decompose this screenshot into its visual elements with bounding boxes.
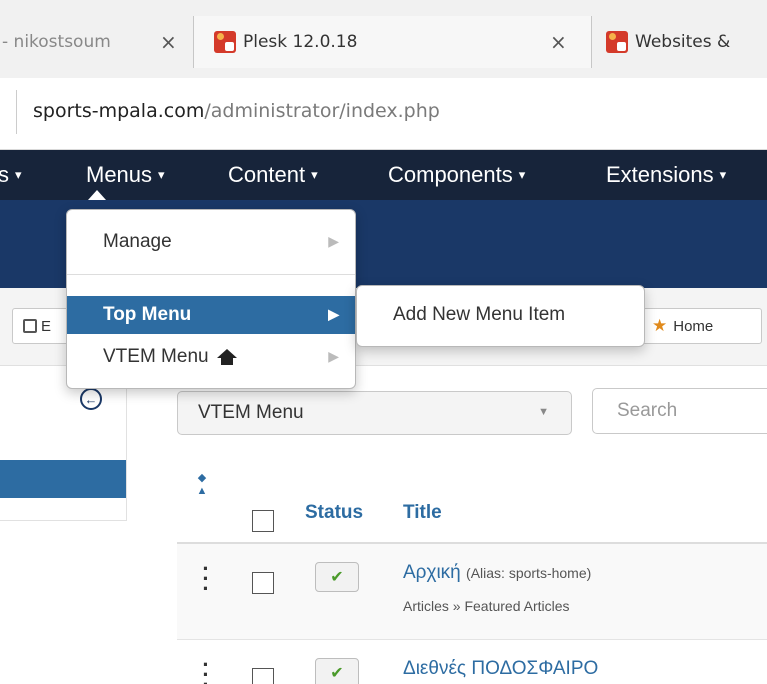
menu-item-label: Manage (103, 231, 172, 252)
column-header-status[interactable]: Status (305, 502, 363, 524)
chevron-down-icon: ▾ (158, 167, 165, 182)
drag-handle-icon[interactable]: ··· (202, 654, 210, 684)
chevron-right-icon: ▶ (328, 348, 339, 364)
chevron-down-icon: ▾ (518, 167, 526, 182)
edit-button[interactable]: E (12, 308, 72, 344)
nav-label: Extensions (606, 162, 714, 187)
chevron-down-icon: ▾ (311, 167, 318, 182)
sort-order-icon[interactable]: ◆ ▲ (195, 472, 209, 498)
menu-item-top-menu[interactable]: Top Menu ▶ (67, 296, 355, 334)
menu-item-manage[interactable]: Manage ▶ (67, 223, 355, 261)
nav-item-extensions[interactable]: Extensions ▾ (606, 162, 726, 188)
nav-label: s (0, 162, 9, 187)
browser-tab[interactable]: - nikostsoum × (0, 16, 194, 68)
admin-navbar: s ▾ Menus ▾ Content ▾ Components ▾ Extension… (0, 150, 767, 200)
home-button[interactable]: ★ Home (641, 308, 762, 344)
address-bar[interactable]: sports-mpala.com/administrator/index.php (0, 78, 767, 150)
table-header: ◆ ▲ Status Title (177, 466, 767, 544)
menus-dropdown: Manage ▶ Top Menu ▶ VTEM Menu ▶ (66, 209, 356, 389)
item-title-link[interactable]: Διεθνές ΠΟΔΟΣΦΑΙΡΟ (403, 658, 598, 680)
nav-item-menus[interactable]: Menus ▾ (86, 162, 165, 188)
nav-item-content[interactable]: Content ▾ (228, 162, 318, 188)
plesk-favicon-icon (214, 31, 236, 53)
chevron-down-icon: ▾ (719, 167, 727, 182)
status-published-button[interactable]: ✔ (315, 658, 359, 684)
item-title-cell: Αρχική (Alias: sports-home) (403, 562, 591, 584)
tab-title: Websites & (635, 32, 731, 52)
collapse-sidebar-icon[interactable]: ← (80, 388, 102, 410)
select-all-checkbox[interactable] (252, 510, 274, 532)
search-input[interactable]: Search (592, 388, 767, 434)
chevron-right-icon: ▶ (328, 233, 339, 249)
url-domain: sports-mpala.com (33, 100, 205, 122)
column-header-title[interactable]: Title (403, 502, 442, 524)
chevron-down-icon: ▾ (15, 167, 22, 182)
chevron-right-icon: ▶ (328, 306, 339, 322)
menu-select[interactable]: VTEM Menu ▼ (177, 391, 572, 435)
home-icon (216, 349, 237, 365)
close-icon[interactable]: × (550, 30, 567, 54)
item-alias: (Alias: sports-home) (466, 565, 592, 581)
browser-tab-bar: - nikostsoum × Plesk 12.0.18 × Websites … (0, 0, 767, 78)
dropdown-pointer (88, 190, 106, 200)
menu-item-label: Top Menu (103, 304, 192, 325)
status-published-button[interactable]: ✔ (315, 562, 359, 592)
edit-label: E (41, 317, 52, 335)
table-row: · · · ✔ Αρχική (Alias: sports-home) Articl… (177, 544, 767, 640)
nav-label: Components (388, 162, 513, 187)
menu-item-add-new[interactable]: Add New Menu Item (393, 304, 565, 326)
sidebar: ← (0, 366, 127, 521)
star-icon: ★ (652, 316, 668, 335)
item-title-link[interactable]: Αρχική (403, 562, 461, 583)
sidebar-item-active[interactable] (0, 460, 126, 498)
item-link-type: Articles » Featured Articles (403, 598, 570, 614)
nav-item-components[interactable]: Components ▾ (388, 162, 525, 188)
edit-icon (23, 319, 37, 333)
divider (16, 90, 17, 134)
nav-item-users[interactable]: s ▾ (0, 162, 22, 188)
menu-item-label: VTEM Menu (103, 346, 209, 367)
home-label: Home (673, 317, 714, 335)
tab-title: Plesk 12.0.18 (243, 32, 358, 52)
tab-title: - nikostsoum (2, 32, 111, 52)
divider (67, 274, 355, 275)
close-icon[interactable]: × (160, 30, 177, 54)
search-placeholder: Search (617, 400, 678, 421)
chevron-down-icon: ▼ (538, 406, 549, 418)
row-checkbox[interactable] (252, 572, 274, 594)
browser-tab-active[interactable]: Plesk 12.0.18 × (194, 16, 592, 68)
url-text[interactable]: sports-mpala.com/administrator/index.php (33, 100, 440, 122)
row-checkbox[interactable] (252, 668, 274, 684)
browser-tab[interactable]: Websites & (592, 16, 767, 68)
drag-handle-icon[interactable]: ··· (202, 558, 210, 600)
nav-label: Menus (86, 162, 153, 187)
menu-item-vtem-menu[interactable]: VTEM Menu ▶ (67, 338, 355, 376)
plesk-favicon-icon (606, 31, 628, 53)
nav-label: Content (228, 162, 306, 187)
table-row: ··· ✔ Διεθνές ΠΟΔΟΣΦΑΙΡΟ (177, 640, 767, 684)
top-menu-submenu: Add New Menu Item (356, 285, 645, 347)
menu-select-value: VTEM Menu (198, 402, 304, 423)
url-path: /administrator/index.php (204, 100, 440, 122)
